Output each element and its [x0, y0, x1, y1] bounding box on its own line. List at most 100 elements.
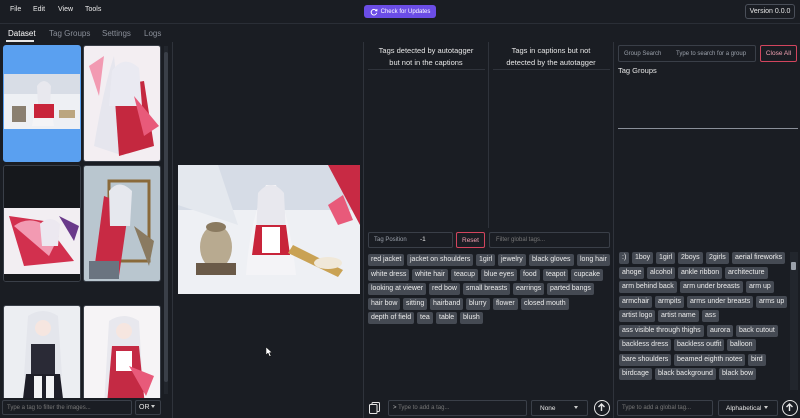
image-thumbnail[interactable]	[3, 45, 81, 162]
reset-button[interactable]: Reset	[456, 232, 485, 248]
global-tags-scrollbar[interactable]	[790, 252, 798, 390]
tag-position-value[interactable]: -1	[420, 236, 426, 243]
group-search-field[interactable]: Group Search Type to search for a group	[618, 45, 756, 62]
tag-chip[interactable]: alcohol	[647, 266, 676, 279]
tag-chip[interactable]: arms up	[756, 295, 788, 308]
menu-view[interactable]: View	[58, 6, 73, 13]
image-thumbnail[interactable]	[3, 305, 81, 398]
tag-chip[interactable]: beamed eighth notes	[674, 353, 746, 366]
tag-chip[interactable]: small breasts	[463, 283, 511, 295]
tag-chip[interactable]: closed mouth	[521, 297, 569, 310]
tag-chip[interactable]: blue eyes	[481, 268, 517, 281]
tag-chip[interactable]: armchair	[619, 295, 653, 308]
tag-chip[interactable]: arm behind back	[619, 281, 677, 293]
tag-chip[interactable]: jacket on shoulders	[407, 254, 474, 266]
tag-chip[interactable]: table	[436, 312, 458, 324]
divider	[618, 128, 798, 129]
version-badge: Version 0.0.0	[745, 4, 795, 19]
tag-chip[interactable]: black bow	[719, 368, 757, 380]
tag-chip[interactable]: artist name	[658, 310, 699, 322]
tag-chip[interactable]: food	[520, 268, 540, 281]
tag-chip[interactable]: 1girl	[656, 252, 676, 264]
tag-chip[interactable]: bare shoulders	[619, 353, 672, 366]
tag-chip[interactable]: ass visible through thighs	[619, 324, 704, 337]
tag-chip[interactable]: 2girls	[706, 252, 729, 264]
tag-chip[interactable]: tea	[417, 312, 433, 324]
tag-chip[interactable]: parted bangs	[547, 283, 594, 295]
tag-chip[interactable]: hair bow	[368, 297, 401, 310]
tag-chip[interactable]: flower	[493, 297, 518, 310]
tag-chip[interactable]: arm up	[746, 281, 774, 293]
tag-chip[interactable]: ass	[702, 310, 719, 322]
tag-chip[interactable]: 1boy	[632, 252, 654, 264]
image-thumbnail[interactable]	[3, 165, 81, 282]
tag-chip[interactable]: ankle ribbon	[678, 266, 723, 279]
tag-chip[interactable]: aurora	[707, 324, 734, 337]
tag-chip[interactable]: white dress	[368, 268, 410, 281]
tag-chip[interactable]: red jacket	[368, 254, 405, 266]
image-thumbnail[interactable]	[83, 45, 161, 162]
tag-chip[interactable]: backless dress	[619, 339, 672, 351]
add-tag-button[interactable]	[594, 400, 610, 416]
tag-chip[interactable]: hairband	[430, 297, 464, 310]
add-tag-input[interactable]: > Type to add a tag...	[388, 400, 527, 416]
tag-chip[interactable]: depth of field	[368, 312, 415, 324]
image-grid-scroll-thumb[interactable]	[164, 52, 168, 382]
tag-chip[interactable]: red bow	[429, 283, 460, 295]
close-all-button[interactable]: Close All	[760, 45, 797, 62]
tag-chip[interactable]: blush	[460, 312, 483, 324]
image-preview-icon	[4, 74, 80, 129]
tab-settings[interactable]: Settings	[102, 29, 131, 38]
tab-tag-groups[interactable]: Tag Groups	[49, 29, 90, 38]
tag-chip[interactable]: artist logo	[619, 310, 656, 322]
tag-chip[interactable]: white hair	[412, 268, 448, 281]
menu-file[interactable]: File	[10, 6, 21, 13]
check-updates-button[interactable]: Check for Updates	[364, 5, 436, 18]
tag-chip[interactable]: blurry	[466, 297, 490, 310]
sort-order-select[interactable]: Alphabetical	[718, 400, 778, 416]
filter-mode-select[interactable]: OR	[135, 400, 161, 415]
tag-chip[interactable]: black gloves	[529, 254, 574, 266]
image-thumbnail[interactable]	[83, 305, 161, 398]
copy-tags-icon[interactable]	[369, 402, 380, 414]
tab-logs[interactable]: Logs	[144, 29, 161, 38]
tag-position-field[interactable]: Tag Position	[368, 232, 453, 248]
tag-chip[interactable]: architecture	[725, 266, 768, 279]
tag-chip[interactable]: arm under breasts	[680, 281, 743, 293]
tag-chip[interactable]: earrings	[513, 283, 545, 295]
tag-chip[interactable]: armpits	[655, 295, 684, 308]
image-thumbnail[interactable]	[83, 165, 161, 282]
tag-chip[interactable]: aerial fireworks	[732, 252, 786, 264]
tag-chip[interactable]: :)	[619, 252, 630, 264]
tag-chip[interactable]: teacup	[451, 268, 479, 281]
image-filter-input[interactable]: Type a tag to filter the images...	[2, 400, 132, 415]
global-tags-scroll-thumb[interactable]	[791, 262, 796, 270]
tag-chip[interactable]: looking at viewer	[368, 283, 427, 295]
menu-edit[interactable]: Edit	[33, 6, 45, 13]
image-preview-icon	[4, 306, 80, 398]
tag-chip[interactable]: birdcage	[619, 368, 652, 380]
tag-chip[interactable]: ahoge	[619, 266, 645, 279]
add-global-tag-input[interactable]: Type to add a global tag...	[617, 400, 713, 416]
tag-chip[interactable]: bird	[748, 353, 766, 366]
tag-chip[interactable]: backless outfit	[674, 339, 725, 351]
add-global-tag-button[interactable]	[782, 400, 798, 416]
tag-chip[interactable]: sitting	[403, 297, 428, 310]
tag-chip[interactable]: back cutout	[736, 324, 778, 337]
tag-chip[interactable]: black background	[655, 368, 716, 380]
tag-chip[interactable]: jewelry	[498, 254, 526, 266]
tag-chip[interactable]: teapot	[543, 268, 569, 281]
refresh-icon	[370, 8, 378, 15]
tag-chip[interactable]: 1girl	[476, 254, 496, 266]
group-search-label: Group Search	[624, 51, 662, 57]
tag-chip[interactable]: long hair	[577, 254, 610, 266]
tab-dataset[interactable]: Dataset	[8, 29, 36, 38]
tag-chip[interactable]: 2boys	[678, 252, 703, 264]
divider	[368, 69, 485, 70]
tag-chip[interactable]: arms under breasts	[687, 295, 754, 308]
global-tag-filter-input[interactable]: Filter global tags...	[489, 232, 610, 248]
tag-chip[interactable]: balloon	[727, 339, 756, 351]
tag-insert-position-select[interactable]: None	[531, 400, 588, 416]
menu-tools[interactable]: Tools	[85, 6, 101, 13]
tag-chip[interactable]: cupcake	[571, 268, 604, 281]
